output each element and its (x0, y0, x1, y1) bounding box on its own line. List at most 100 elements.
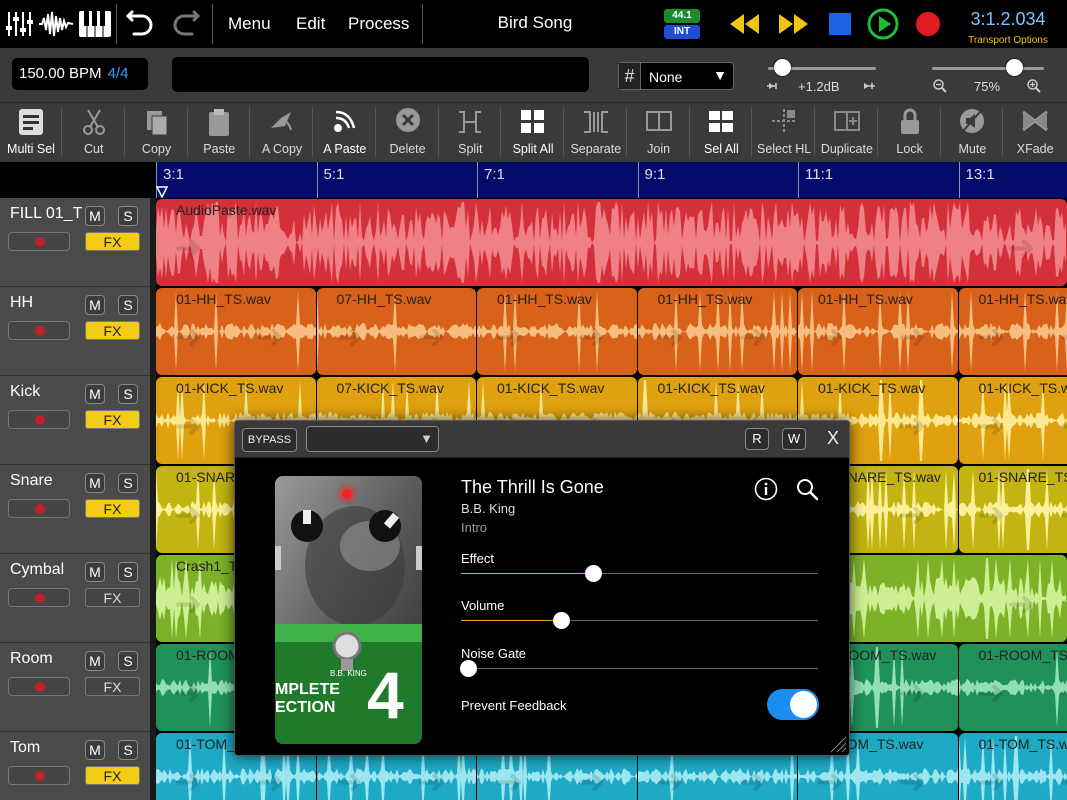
track-header[interactable]: Room M S FX (0, 643, 150, 732)
param-knob[interactable] (585, 565, 603, 582)
multi-sel-button[interactable]: Multi Sel (0, 103, 62, 161)
prevent-feedback-toggle[interactable] (767, 689, 819, 720)
track-header[interactable]: Snare M S FX (0, 465, 150, 554)
audio-clip[interactable]: ➜ ➜ 01-ROOM_TS.wav (958, 644, 1067, 731)
track-header[interactable]: HH M S FX (0, 287, 150, 376)
resize-grip-icon[interactable] (829, 735, 847, 753)
audio-clip[interactable]: ➜ ➜ 01-KICK_TS.wav (958, 377, 1067, 464)
param-knob[interactable] (552, 612, 570, 629)
solo-button[interactable]: S (118, 562, 138, 582)
fast-forward-icon[interactable] (776, 8, 810, 40)
param-slider[interactable] (460, 660, 818, 677)
transport-options-label[interactable]: Transport Options (958, 35, 1058, 46)
audio-clip[interactable]: ➜ ➜ 01-HH_TS.wav (798, 288, 958, 375)
solo-button[interactable]: S (118, 651, 138, 671)
fx-button[interactable]: FX (85, 410, 140, 429)
param-slider[interactable] (461, 612, 818, 629)
tempo-display[interactable]: 150.00 BPM 4/4 (12, 58, 148, 90)
fx-button[interactable]: FX (85, 766, 140, 785)
undo-icon[interactable] (124, 8, 156, 40)
master-volume-knob[interactable] (774, 59, 791, 76)
param-knob[interactable] (460, 660, 478, 677)
mute-button[interactable]: M (85, 295, 105, 315)
audio-clip[interactable]: ➜ ➜ 07-HH_TS.wav (316, 288, 476, 375)
track-name[interactable]: HH (10, 294, 82, 312)
rewind-icon[interactable] (728, 8, 762, 40)
record-arm-button[interactable] (8, 321, 70, 340)
audio-clip[interactable]: ➜ ➜ 01-SNARE_TS.wav (958, 466, 1067, 553)
track-name[interactable]: Kick (10, 383, 82, 401)
clock-source-badge[interactable]: INT (664, 25, 700, 39)
paste-button[interactable]: Paste (188, 103, 251, 161)
record-arm-button[interactable] (8, 766, 70, 785)
cut-button[interactable]: Cut (63, 103, 125, 161)
solo-button[interactable]: S (118, 384, 138, 404)
select-hl-button[interactable]: Select HL (753, 103, 816, 161)
record-icon[interactable] (912, 8, 944, 40)
process-menu-button[interactable]: Process (348, 14, 409, 34)
search-icon[interactable] (795, 477, 819, 501)
audio-clip[interactable]: ➜ ➜ 01-TOM_TS.wav (958, 733, 1067, 800)
fx-button[interactable]: FX (85, 588, 140, 607)
mute-button[interactable]: M (85, 206, 105, 226)
redo-icon[interactable] (170, 8, 202, 40)
sample-rate-badge[interactable]: 44.1 (664, 9, 700, 23)
mute-button[interactable]: Mute (941, 103, 1004, 161)
info-icon[interactable] (754, 477, 778, 501)
waveform-icon[interactable] (38, 8, 74, 40)
close-plugin-button[interactable]: X (827, 428, 839, 449)
duplicate-button[interactable]: Duplicate (816, 103, 878, 161)
solo-button[interactable]: S (118, 473, 138, 493)
mute-button[interactable]: M (85, 473, 105, 493)
edit-menu-button[interactable]: Edit (296, 14, 325, 34)
audio-clip[interactable]: ➜ ➜ 01-HH_TS.wav (156, 288, 316, 375)
transport-time[interactable]: 3:1.2.034 (958, 9, 1058, 30)
a-paste-button[interactable]: A Paste (314, 103, 376, 161)
song-title[interactable]: Bird Song (470, 13, 600, 33)
fx-button[interactable]: FX (85, 499, 140, 518)
fx-button[interactable]: FX (85, 232, 140, 251)
track-name[interactable]: Room (10, 650, 82, 668)
mute-button[interactable]: M (85, 562, 105, 582)
solo-button[interactable]: S (118, 206, 138, 226)
play-icon[interactable] (866, 7, 900, 41)
mute-button[interactable]: M (85, 651, 105, 671)
timeline-ruler[interactable]: 3:1 5:1 7:1 9:1 11:1 13:1 (156, 162, 1067, 198)
mute-button[interactable]: M (85, 384, 105, 404)
piano-icon[interactable] (78, 8, 112, 40)
zoom-in-icon[interactable] (1026, 78, 1042, 94)
audio-clip[interactable]: ➜ ➜ 01-HH_TS.wav (477, 288, 637, 375)
playhead-marker-icon[interactable] (156, 186, 168, 198)
track-header[interactable]: Tom M S FX (0, 732, 150, 800)
record-arm-button[interactable] (8, 499, 70, 518)
grid-select[interactable]: # None ▼ (618, 62, 734, 90)
track-name[interactable]: FILL 01_T (10, 205, 82, 223)
track-lane[interactable]: ➜ ➜ 01-HH_TS.wav ➜ ➜ 07-HH_TS.wav ➜ ➜ 01-HH_TS.w… (156, 287, 1067, 376)
xfade-button[interactable]: XFade (1004, 103, 1066, 161)
lock-button[interactable]: Lock (879, 103, 941, 161)
sel-all-button[interactable]: Sel All (690, 103, 753, 161)
a-copy-button[interactable]: A Copy (251, 103, 314, 161)
zoom-slider[interactable] (932, 67, 1044, 70)
menu-button[interactable]: Menu (228, 14, 271, 34)
track-name[interactable]: Snare (10, 472, 82, 490)
record-arm-button[interactable] (8, 232, 70, 251)
split-button[interactable]: Split (439, 103, 502, 161)
track-header[interactable]: Kick M S FX (0, 376, 150, 465)
param-slider[interactable] (461, 565, 818, 582)
track-lane[interactable]: ➜ ➜ AudioPaste.wav (156, 198, 1067, 287)
audio-clip[interactable]: ➜ ➜ 01-HH_TS.wav (958, 288, 1067, 375)
fx-button[interactable]: FX (85, 321, 140, 340)
audio-clip[interactable]: ➜ ➜ AudioPaste.wav (156, 199, 1067, 286)
solo-button[interactable]: S (118, 295, 138, 315)
track-header[interactable]: Cymbal M S FX (0, 554, 150, 643)
bypass-button[interactable]: BYPASS (242, 428, 297, 452)
zoom-knob[interactable] (1006, 59, 1023, 76)
track-name[interactable]: Tom (10, 739, 82, 757)
record-arm-button[interactable] (8, 588, 70, 607)
audio-clip[interactable]: ➜ ➜ 01-HH_TS.wav (637, 288, 797, 375)
delete-button[interactable]: Delete (377, 103, 439, 161)
record-arm-button[interactable] (8, 410, 70, 429)
stop-icon[interactable] (824, 8, 856, 40)
mixer-icon[interactable] (4, 8, 36, 40)
